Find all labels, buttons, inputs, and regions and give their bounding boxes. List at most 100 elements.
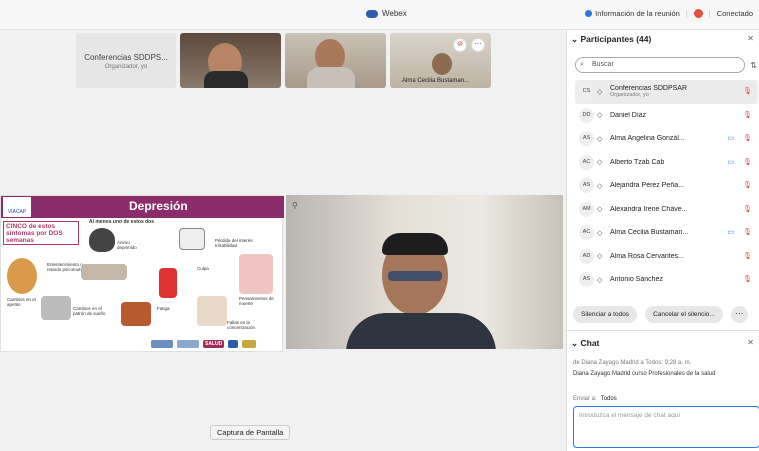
microphone-icon[interactable]: 🎙 — [743, 228, 752, 236]
participant-row[interactable]: AS ◇ Alejandra Pérez Peña... 🎙 — [575, 174, 758, 198]
participant-name-block: Antonio Sánchez — [610, 276, 663, 283]
organizer-tile[interactable]: Conferencias SDDPS... Organizador, yo — [76, 33, 176, 88]
illustration — [81, 264, 127, 280]
device-icon: ◇ — [597, 182, 603, 190]
slide-footer-logos: SALUD — [151, 340, 257, 348]
microphone-icon[interactable]: 🎙 — [743, 181, 752, 189]
microphone-icon[interactable]: 🎙 — [743, 252, 752, 260]
search-input[interactable]: Buscar — [575, 57, 745, 73]
more-icon[interactable]: ⋯ — [471, 38, 485, 52]
microphone-icon[interactable]: 🎙 — [743, 275, 752, 283]
chat-message-text: Diana Zayago Madrid curso Profesionales … — [573, 371, 716, 377]
avatar: AS — [579, 272, 594, 288]
organizer-tile-role: Organizador, yo — [104, 64, 148, 70]
microphone-icon[interactable]: 🎙 — [743, 87, 752, 95]
speaker-shirt — [346, 313, 496, 349]
participant-row[interactable]: DD ◇ Daniel Díaz 🎙 — [575, 104, 758, 128]
sort-icon[interactable]: ⇅ — [750, 61, 757, 70]
close-icon[interactable]: ✕ — [747, 338, 754, 347]
slide-logo: VIACAP — [3, 197, 31, 217]
avatar: DD — [579, 107, 594, 123]
avatar: AC — [579, 225, 594, 241]
slide-label-fatiga: Fatiga — [157, 306, 170, 311]
chat-input[interactable]: Introduzca el mensaje de chat aquí — [573, 406, 759, 448]
screenshot-tooltip: Captura de Pantalla — [210, 425, 291, 440]
salud-logo: SALUD — [203, 340, 225, 348]
close-icon[interactable]: ✕ — [747, 34, 754, 43]
participant-video — [432, 53, 452, 75]
more-options-icon[interactable]: ⋯ — [730, 306, 748, 323]
slide-label-animo: Ánimo deprimido — [117, 240, 137, 250]
side-panel: ⌄ Participantes (44) ✕ Buscar ⌕ ⇅ CS ◇ Con… — [566, 30, 759, 451]
video-tile-3[interactable] — [285, 33, 386, 88]
speaker-glasses — [388, 271, 442, 281]
camera-icon: ▭ — [727, 135, 734, 142]
title-right-group: Información de la reunión | | Conectado — [585, 9, 753, 18]
participant-name: Conferencias SDDPSAR — [610, 85, 688, 93]
device-icon: ◇ — [597, 112, 603, 120]
illustration — [179, 228, 205, 250]
speaker-hair — [382, 233, 448, 255]
avatar: CS — [579, 84, 594, 100]
illustration — [159, 268, 177, 298]
avatar: AS — [579, 178, 594, 194]
avatar: AD — [579, 248, 594, 264]
camera-icon: ▭ — [727, 158, 734, 166]
active-speaker-video[interactable]: ⚲ — [286, 195, 563, 349]
participant-row[interactable]: AS ◇ Antonio Sánchez 🎙 — [575, 268, 758, 292]
participant-row[interactable]: CS ◇ Conferencias SDDPSAR Organizador, yo 🎙 — [575, 80, 758, 104]
participant-name-block: Alma Cecilia Bustaman... — [610, 229, 688, 236]
avatar: AS — [579, 131, 594, 147]
participant-role: Organizador, yo — [610, 92, 649, 99]
participant-row[interactable]: AS ◇ Alma Angelina Gonzál... ▭ 🎙 — [575, 127, 758, 151]
participant-name-block: Alexandra Irene Cháve... — [610, 206, 687, 213]
participant-name-block: Alma Rosa Cervantes... — [610, 253, 684, 260]
participant-name-block: Alma Angelina Gonzál... — [610, 135, 685, 142]
video-stage: Conferencias SDDPS... Organizador, yo ⊘ … — [0, 30, 566, 451]
device-icon: ◇ — [597, 88, 603, 96]
mute-all-button[interactable]: Silenciar a todos — [573, 306, 638, 323]
participant-name: Alma Rosa Cervantes... — [610, 252, 684, 260]
participant-name: Alberto Tzab Cab — [610, 158, 665, 166]
cancel-mute-button[interactable]: Cancelar el silencio... — [645, 306, 723, 323]
meeting-info-button[interactable]: Información de la reunión — [585, 9, 680, 18]
chat-header[interactable]: ⌄ Chat — [571, 338, 599, 349]
chat-message-meta: de Diana Zayago Madrid a Todos: 9:28 a. … — [573, 360, 692, 366]
participant-row[interactable]: AC ◇ Alberto Tzab Cab ▭ 🎙 — [575, 151, 758, 175]
participant-row[interactable]: AM ◇ Alexandra Irene Cháve... 🎙 — [575, 198, 758, 222]
participant-name: Alma Cecilia Bustaman... — [610, 229, 689, 237]
microphone-icon[interactable]: 🎙 — [743, 205, 752, 213]
recording-icon[interactable] — [693, 9, 703, 18]
video-tile-4[interactable]: ⊘ ⋯ Alma Cecilia Bustaman... — [390, 33, 491, 88]
participant-row[interactable]: AC ◇ Alma Cecilia Bustaman... ▭ 🎙 — [575, 221, 758, 245]
participant-name-block: Alberto Tzab Cab — [610, 159, 664, 166]
device-icon: ◇ — [597, 253, 603, 261]
title-separator: | — [685, 9, 688, 18]
slide-label-culpa: Culpa — [197, 266, 209, 271]
camera-icon: ▭ — [727, 229, 734, 236]
microphone-icon[interactable]: 🎙 — [743, 111, 752, 119]
illustration — [239, 254, 273, 294]
slide-label-interes: Pérdida del interés Irritabilidad — [215, 238, 253, 248]
app-title-text: Webex — [382, 9, 407, 18]
video-tile-2[interactable] — [180, 33, 281, 88]
tile-4-name: Alma Cecilia Bustaman... — [402, 78, 470, 84]
slide-highlight-box: CINCO de estos síntomas por DOS semanas — [3, 221, 79, 245]
slide-label-apetito: Cambios en el apetito — [7, 297, 36, 307]
send-to-label: Enviar a: — [573, 396, 597, 402]
sad-face-illustration — [89, 228, 115, 252]
avatar: AM — [579, 201, 594, 217]
slide-label-pensamientos: Pensamientos de muerte — [239, 296, 274, 306]
participant-actions: Silenciar a todos Cancelar el silencio..… — [573, 306, 748, 323]
microphone-icon[interactable]: 🎙 — [743, 158, 752, 166]
send-to-row[interactable]: Enviar a: Todos — [573, 396, 617, 402]
slide-label-fallas: Fallas en la concentración — [227, 320, 256, 330]
participants-header[interactable]: ⌄ Participantes (44) — [571, 34, 651, 45]
info-icon — [585, 10, 593, 17]
send-to-value: Todos — [600, 396, 617, 402]
slide-subtitle: Al menos uno de estos dos — [89, 219, 155, 225]
pin-icon[interactable]: ⚲ — [292, 201, 298, 210]
microphone-icon[interactable]: 🎙 — [743, 134, 752, 142]
mute-icon[interactable]: ⊘ — [453, 38, 467, 52]
participant-row[interactable]: AD ◇ Alma Rosa Cervantes... 🎙 — [575, 245, 758, 269]
